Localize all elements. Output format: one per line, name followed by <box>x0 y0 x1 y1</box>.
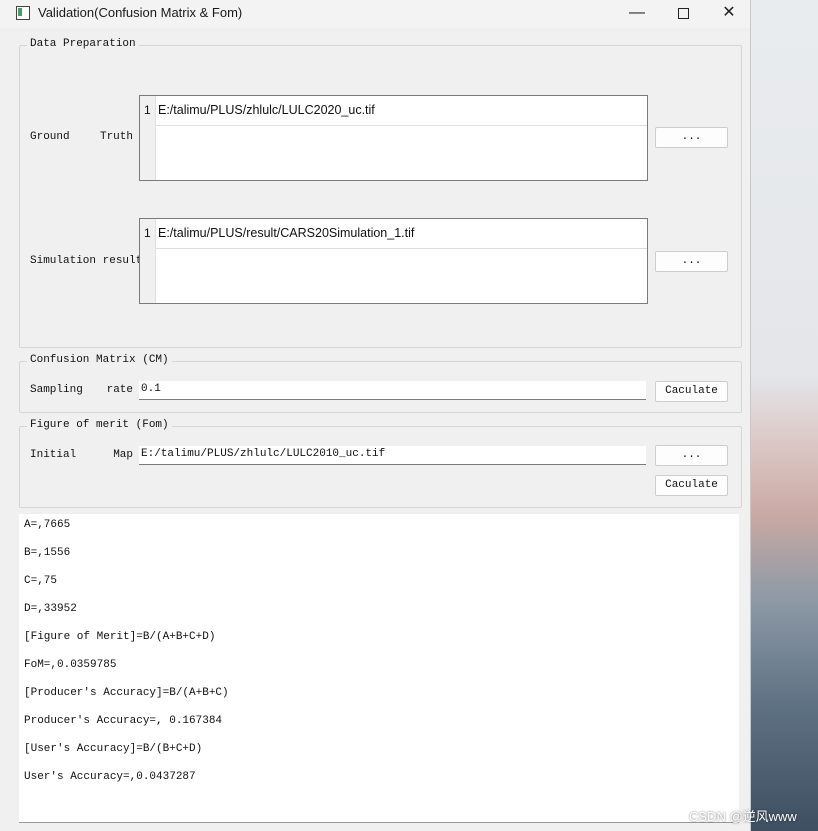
output-line: B=,1556 <box>24 547 71 559</box>
fom-group <box>19 426 742 508</box>
editor-line: E:/talimu/PLUS/result/CARS20Simulation_1… <box>155 219 647 249</box>
data-preparation-title: Data Preparation <box>27 38 139 50</box>
output-line: D=,33952 <box>24 603 77 615</box>
initial-map-path: E:/talimu/PLUS/zhlulc/LULC2010_uc.tif <box>141 448 386 460</box>
fom-calculate-button[interactable]: Caculate <box>655 475 728 496</box>
output-line: Producer's Accuracy=, 0.167384 <box>24 715 223 727</box>
ground-truth-editor[interactable]: 1 E:/talimu/PLUS/zhlulc/LULC2020_uc.tif <box>139 95 648 181</box>
validation-window: Validation(Confusion Matrix & Fom) — ✕ D… <box>0 0 751 831</box>
desktop-wallpaper <box>751 0 818 831</box>
ground-truth-label-word-1: Ground <box>30 131 70 143</box>
maximize-button[interactable] <box>660 0 706 28</box>
output-text-area[interactable]: A=,7665 B=,1556 C=,75 D=,33952 [Figure o… <box>19 514 739 823</box>
initial-map-label: Initial Map <box>30 449 133 461</box>
sampling-rate-label-word-2: rate <box>106 384 133 396</box>
minimize-button[interactable]: — <box>614 0 660 28</box>
cm-calculate-button[interactable]: Caculate <box>655 381 728 402</box>
output-line: C=,75 <box>24 575 58 587</box>
line-number-gutter: 1 <box>140 96 156 180</box>
ground-truth-browse-button[interactable]: ... <box>655 127 728 148</box>
output-line: A=,7665 <box>24 519 71 531</box>
simulation-result-path: E:/talimu/PLUS/result/CARS20Simulation_1… <box>158 226 415 240</box>
window-title: Validation(Confusion Matrix & Fom) <box>38 5 243 20</box>
close-button[interactable]: ✕ <box>706 0 752 28</box>
maximize-icon <box>677 8 689 19</box>
output-line: FoM=,0.0359785 <box>24 659 117 671</box>
line-number: 1 <box>144 226 151 240</box>
ground-truth-label-word-2: Truth <box>99 131 133 143</box>
ground-truth-label: Ground Truth <box>30 131 133 143</box>
initial-map-browse-button[interactable]: ... <box>655 445 728 466</box>
csdn-watermark: CSDN @逆风www <box>689 809 797 824</box>
sampling-rate-value: 0.1 <box>141 383 161 395</box>
simulation-browse-button[interactable]: ... <box>655 251 728 272</box>
sampling-rate-label-word-1: Sampling <box>30 384 83 396</box>
initial-map-label-word-2: Map <box>113 449 133 461</box>
editor-line: E:/talimu/PLUS/zhlulc/LULC2020_uc.tif <box>155 96 647 126</box>
simulation-result-editor[interactable]: 1 E:/talimu/PLUS/result/CARS20Simulation… <box>139 218 648 304</box>
sampling-rate-label: Sampling rate <box>30 384 133 396</box>
output-line: [Producer's Accuracy]=B/(A+B+C) <box>24 687 229 699</box>
output-line: [User's Accuracy]=B/(B+C+D) <box>24 743 203 755</box>
ground-truth-path: E:/talimu/PLUS/zhlulc/LULC2020_uc.tif <box>158 103 375 117</box>
line-number-gutter: 1 <box>140 219 156 303</box>
initial-map-label-word-1: Initial <box>30 449 77 461</box>
output-line: [Figure of Merit]=B/(A+B+C+D) <box>24 631 216 643</box>
confusion-matrix-title: Confusion Matrix (CM) <box>27 354 172 366</box>
fom-title: Figure of merit (Fom) <box>27 419 172 431</box>
title-bar: Validation(Confusion Matrix & Fom) — ✕ <box>0 0 750 28</box>
output-line: User's Accuracy=,0.0437287 <box>24 771 196 783</box>
line-number: 1 <box>144 103 151 117</box>
simulation-result-label: Simulation result <box>30 255 143 267</box>
sampling-rate-input[interactable]: 0.1 <box>139 381 646 400</box>
app-icon <box>16 6 30 20</box>
initial-map-input[interactable]: E:/talimu/PLUS/zhlulc/LULC2010_uc.tif <box>139 446 646 465</box>
